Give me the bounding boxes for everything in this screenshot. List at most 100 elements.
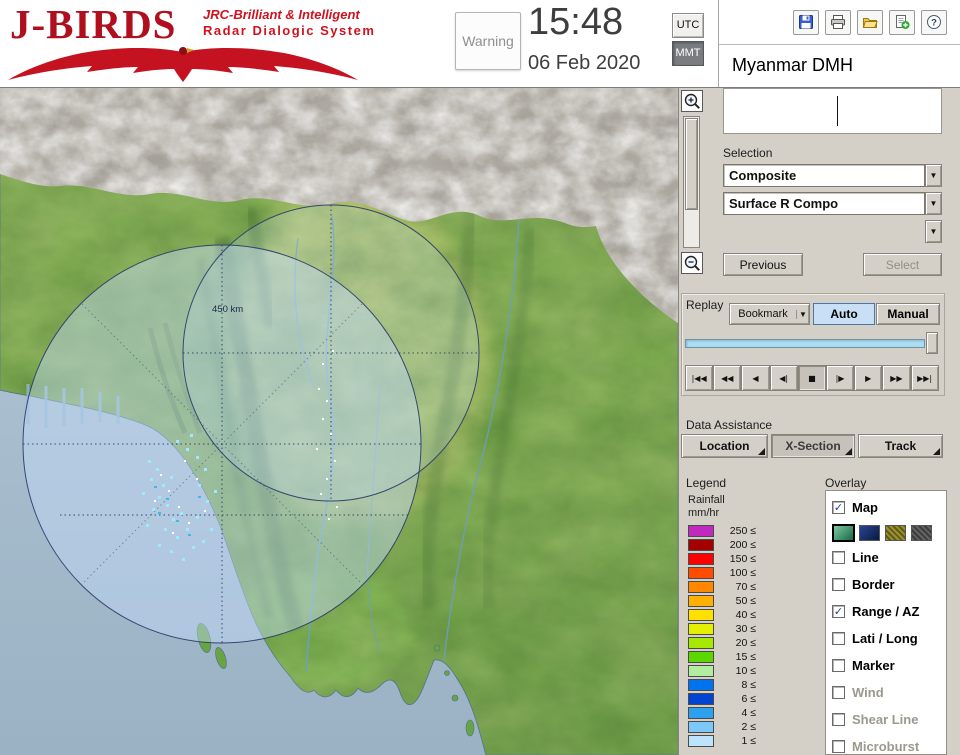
playback-skip-start-button[interactable]: |◀◀ xyxy=(685,365,714,391)
time-slider-track[interactable] xyxy=(685,339,925,348)
map-style-olive[interactable] xyxy=(885,524,906,541)
open-folder-button[interactable] xyxy=(857,9,883,35)
overlay-item-microburst[interactable]: Microburst xyxy=(832,733,946,754)
overlay-item-wind[interactable]: Wind xyxy=(832,679,946,706)
playback-step-forward-button[interactable]: |▶ xyxy=(825,365,855,391)
zoom-out-button[interactable] xyxy=(681,252,703,274)
chevron-down-icon: ▼ xyxy=(796,309,809,319)
map-style-dark[interactable] xyxy=(911,524,932,541)
overlay-item-label: Lati / Long xyxy=(852,631,918,646)
time-slider[interactable] xyxy=(685,331,938,355)
legend-color-swatch xyxy=(688,651,714,663)
overlay-item-label: Border xyxy=(852,577,895,592)
playback-fast-forward-button[interactable]: ▶▶ xyxy=(882,365,911,391)
select-button[interactable]: Select xyxy=(863,253,942,276)
help-button[interactable]: ? xyxy=(921,9,947,35)
checkbox[interactable]: ✓ xyxy=(832,501,845,514)
save-button[interactable] xyxy=(793,9,819,35)
station-edit-box[interactable] xyxy=(723,88,942,134)
playback-controls: |◀◀ ◀◀ ◀ ◀| ■ |▶ ▶ ▶▶ ▶▶| xyxy=(685,365,939,391)
overlay-item-label: Range / AZ xyxy=(852,604,920,619)
product-dropdown[interactable]: Surface R Compo ▼ xyxy=(723,192,942,215)
checkbox[interactable] xyxy=(832,632,845,645)
legend-color-swatch xyxy=(688,581,714,593)
zoom-in-button[interactable] xyxy=(681,90,703,112)
map-style-navy[interactable] xyxy=(859,524,880,541)
overlay-item-label: Microburst xyxy=(852,739,920,754)
playback-stop-button[interactable]: ■ xyxy=(797,365,826,391)
legend-row: 150 ≤ xyxy=(688,552,798,566)
legend-value: 50 ≤ xyxy=(735,595,756,607)
export-image-button[interactable] xyxy=(889,9,915,35)
legend-color-swatch xyxy=(688,553,714,565)
legend-row: 4 ≤ xyxy=(688,706,798,720)
auto-replay-button[interactable]: Auto xyxy=(813,303,875,325)
playback-play-reverse-button[interactable]: ◀ xyxy=(741,365,770,391)
clock-time: 15:48 xyxy=(528,1,624,43)
header: J-BIRDS JRC-Brilliant & Intelligent Rada… xyxy=(0,0,960,88)
composite-dropdown[interactable]: Composite ▼ xyxy=(723,164,942,187)
timezone-mmt-button[interactable]: MMT xyxy=(672,41,704,66)
warning-button[interactable]: Warning xyxy=(455,12,521,70)
overlay-item-range-az[interactable]: ✓ Range / AZ xyxy=(832,598,946,625)
checkbox[interactable] xyxy=(832,578,845,591)
help-icon: ? xyxy=(927,15,941,29)
chevron-down-icon[interactable]: ▼ xyxy=(925,164,942,187)
jbirds-app: J-BIRDS JRC-Brilliant & Intelligent Rada… xyxy=(0,0,960,755)
legend-value: 200 ≤ xyxy=(729,539,756,551)
overlay-item-marker[interactable]: Marker xyxy=(832,652,946,679)
zoom-in-icon xyxy=(684,93,700,109)
checkbox[interactable]: ✓ xyxy=(832,605,845,618)
legend-value: 250 ≤ xyxy=(729,525,756,537)
product-dropdown-value[interactable]: Surface R Compo xyxy=(723,192,925,215)
chevron-down-icon[interactable]: ▼ xyxy=(925,192,942,215)
header-right-section: ? Myanmar DMH xyxy=(718,0,960,87)
checkbox[interactable] xyxy=(832,686,845,699)
overlay-item-label: Map xyxy=(852,500,878,515)
track-button[interactable]: Track xyxy=(858,434,943,458)
composite-dropdown-value[interactable]: Composite xyxy=(723,164,925,187)
overlay-item-shear-line[interactable]: Shear Line xyxy=(832,706,946,733)
playback-skip-end-button[interactable]: ▶▶| xyxy=(910,365,939,391)
legend-row: 200 ≤ xyxy=(688,538,798,552)
extra-dropdown-value[interactable] xyxy=(723,220,925,243)
manual-replay-button[interactable]: Manual xyxy=(876,303,940,325)
checkbox[interactable] xyxy=(832,740,845,753)
radar-map-area: 450 km xyxy=(0,88,678,755)
zoom-out-icon xyxy=(684,255,700,271)
overlay-item-line[interactable]: Line xyxy=(832,544,946,571)
x-section-button[interactable]: X-Section xyxy=(771,434,855,458)
zoom-scrollbar[interactable] xyxy=(683,116,700,248)
playback-play-button[interactable]: ▶ xyxy=(854,365,883,391)
overlay-item-border[interactable]: Border xyxy=(832,571,946,598)
image-plus-icon xyxy=(896,15,910,29)
station-row: Myanmar DMH xyxy=(719,45,960,86)
legend-label: Legend xyxy=(686,476,727,490)
playback-step-back-button[interactable]: ◀| xyxy=(769,365,798,391)
overlay-item-map[interactable]: ✓ Map xyxy=(832,494,946,521)
checkbox[interactable] xyxy=(832,551,845,564)
map-style-terrain[interactable] xyxy=(833,524,854,541)
overlay-item-lati-long[interactable]: Lati / Long xyxy=(832,625,946,652)
previous-button[interactable]: Previous xyxy=(723,253,803,276)
zoom-scrollbar-thumb[interactable] xyxy=(685,118,698,210)
legend-row: 30 ≤ xyxy=(688,622,798,636)
legend-value: 40 ≤ xyxy=(735,609,756,621)
legend-row: 40 ≤ xyxy=(688,608,798,622)
checkbox[interactable] xyxy=(832,659,845,672)
legend-unit: Rainfall mm/hr xyxy=(688,494,725,520)
bookmark-button[interactable]: Bookmark ▼ xyxy=(729,303,810,325)
radar-map-canvas[interactable]: 450 km xyxy=(0,88,678,755)
checkbox[interactable] xyxy=(832,713,845,726)
legend-scale: 250 ≤ 200 ≤ 150 ≤ 100 ≤ 70 ≤ 50 ≤ 40 ≤ 30 ≤ 20 ≤… xyxy=(688,524,798,748)
timezone-utc-button[interactable]: UTC xyxy=(672,13,704,38)
time-slider-thumb[interactable] xyxy=(926,332,938,354)
print-button[interactable] xyxy=(825,9,851,35)
logo-tagline-2: Radar Dialogic System xyxy=(203,23,376,38)
extra-dropdown[interactable]: ▼ xyxy=(723,220,942,243)
location-button[interactable]: Location xyxy=(681,434,768,458)
playback-rewind-button[interactable]: ◀◀ xyxy=(713,365,742,391)
legend-color-swatch xyxy=(688,693,714,705)
chevron-down-icon[interactable]: ▼ xyxy=(925,220,942,243)
toolbar: ? xyxy=(719,0,960,45)
